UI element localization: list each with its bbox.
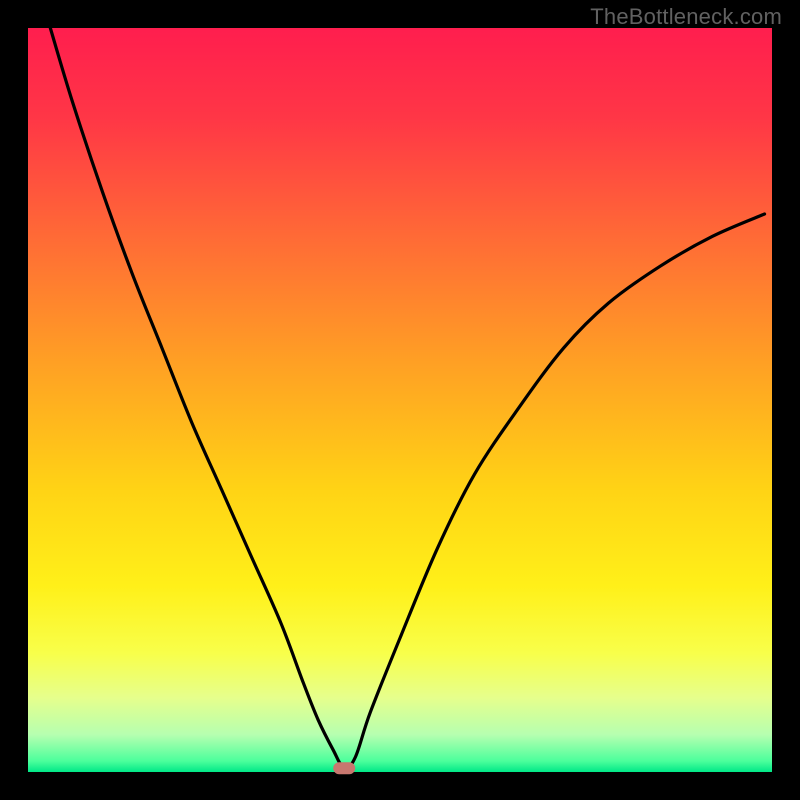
watermark-text: TheBottleneck.com (590, 4, 782, 30)
chart-svg (0, 0, 800, 800)
gradient-background (28, 28, 772, 772)
chart-frame (0, 0, 800, 800)
minimum-marker (333, 762, 355, 774)
